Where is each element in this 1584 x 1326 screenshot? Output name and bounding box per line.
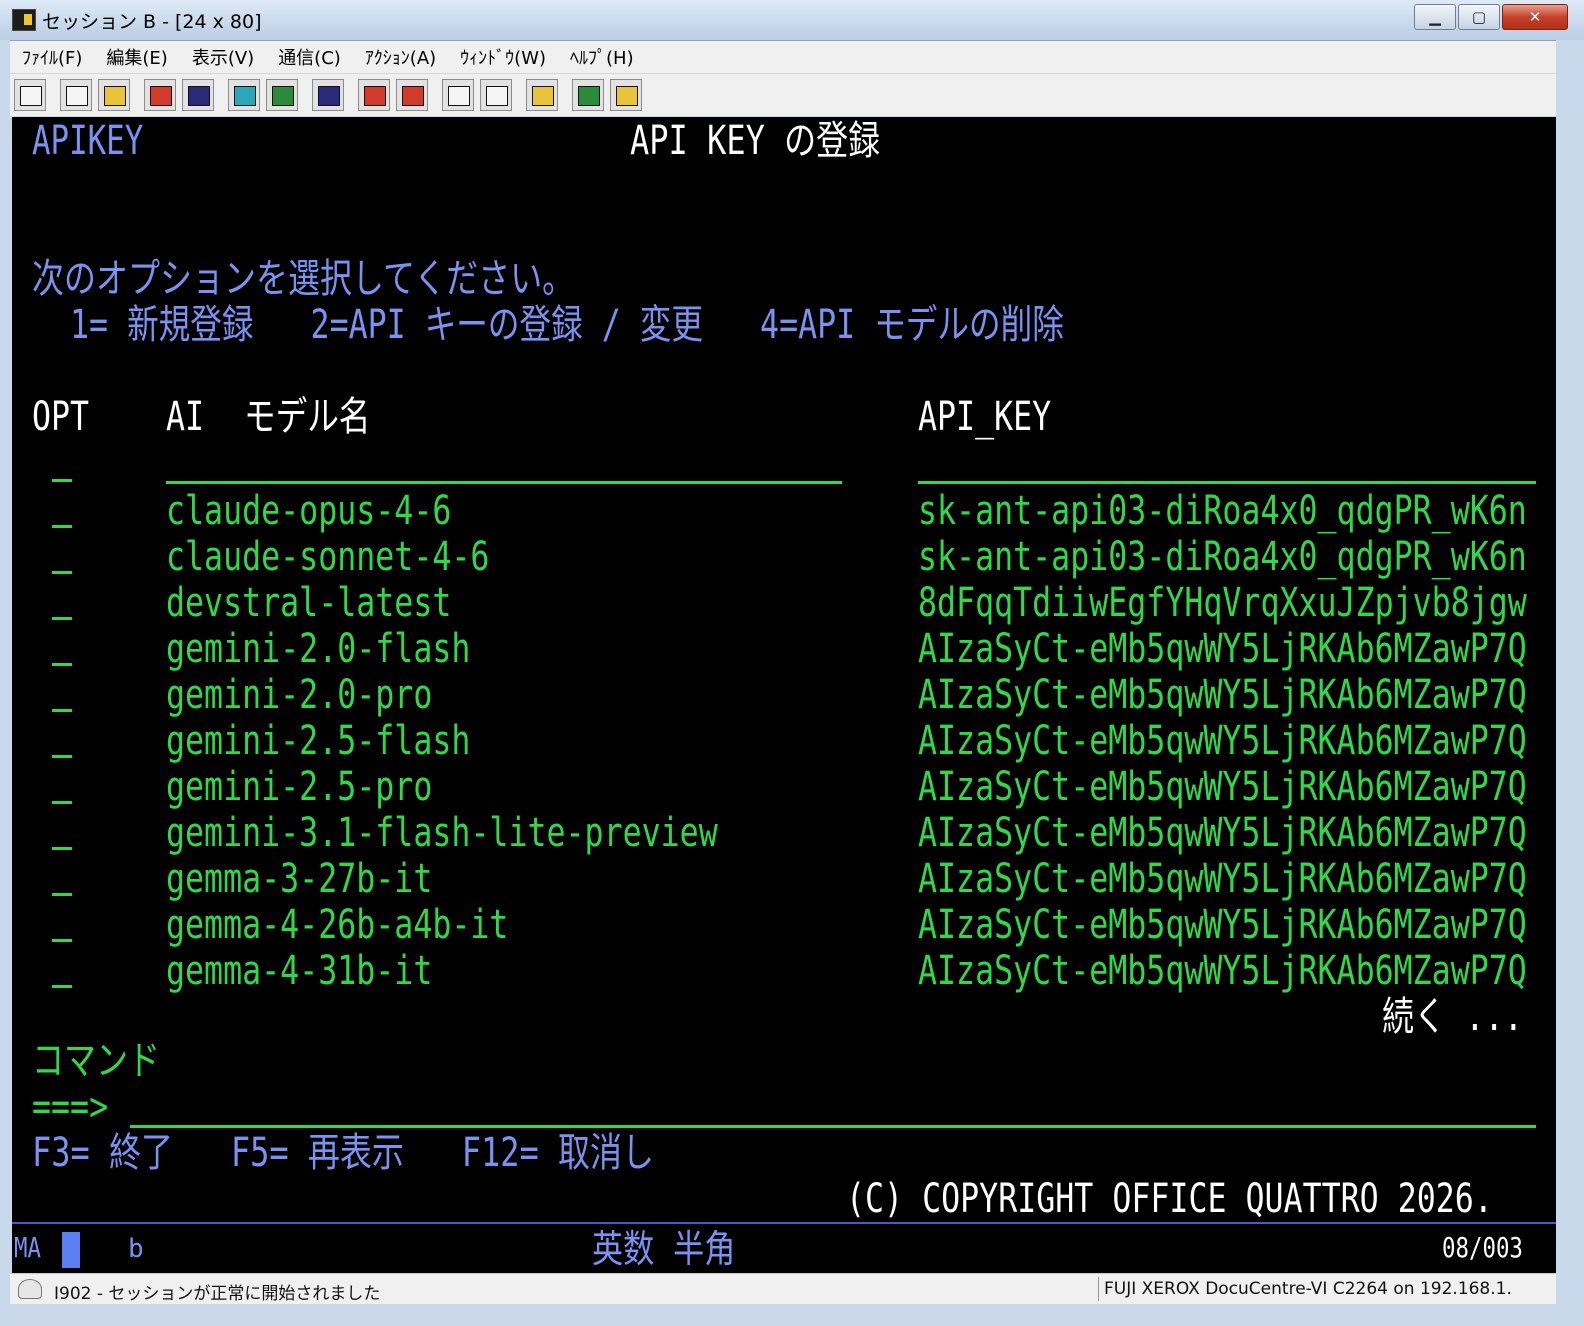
status-host: FUJI XEROX DocuCentre-VI C2264 on 192.16… — [1104, 1279, 1512, 1299]
api-key: AIzaSyCt-eMb5qwWY5LjRKAb6MZawP7Q — [918, 902, 1527, 948]
model-name: gemini-3.1-flash-lite-preview — [166, 810, 718, 856]
menu-communication[interactable]: 通信(C) — [266, 44, 353, 70]
toolbar — [10, 74, 1556, 116]
status-divider — [1098, 1277, 1099, 1301]
menu-action[interactable]: ｱｸｼｮﾝ(A) — [353, 44, 448, 70]
model-name: claude-opus-4-6 — [166, 488, 452, 534]
receive-icon[interactable] — [182, 79, 214, 111]
model-name: claude-sonnet-4-6 — [166, 534, 490, 580]
play-macro-icon[interactable] — [442, 79, 474, 111]
model-name: devstral-latest — [166, 580, 452, 626]
help-icon[interactable] — [610, 79, 642, 111]
api-key: AIzaSyCt-eMb5qwWY5LjRKAb6MZawP7Q — [918, 764, 1527, 810]
api-key: 8dFqqTdiiwEgfYHqVrqXxuJZpjvb8jgw — [918, 580, 1527, 626]
opt-input[interactable] — [52, 571, 72, 574]
status-bar: I902 - セッションが正常に開始されました FUJI XEROX DocuC… — [10, 1273, 1556, 1304]
opt-input[interactable] — [52, 755, 72, 758]
oia-input-mode: 英数 半角 — [592, 1227, 736, 1271]
model-name: gemini-2.0-flash — [166, 626, 471, 672]
menu-help[interactable]: ﾍﾙﾌﾟ(H) — [558, 44, 646, 70]
api-key: AIzaSyCt-eMb5qwWY5LjRKAb6MZawP7Q — [918, 810, 1527, 856]
api-key: sk-ant-api03-diRoa4x0_qdgPR_wK6n — [918, 488, 1527, 534]
menu-file[interactable]: ﾌｧｲﾙ(F) — [10, 44, 94, 70]
oia-indicator: b — [128, 1234, 144, 1264]
web-icon[interactable] — [572, 79, 604, 111]
close-button[interactable]: ✕ — [1502, 4, 1568, 30]
screen-title: API KEY の登録 — [630, 118, 881, 164]
operator-info-area: MA b 英数 半角 08/003 — [12, 1222, 1556, 1274]
print-screen-icon[interactable] — [14, 79, 46, 111]
copy-icon[interactable] — [60, 79, 92, 111]
maximize-button[interactable]: ▢ — [1458, 4, 1500, 30]
clipboard-icon[interactable] — [526, 79, 558, 111]
header-ai: AI — [166, 394, 205, 440]
command-prompt: ===> — [32, 1084, 109, 1130]
paste-icon[interactable] — [98, 79, 130, 111]
connection-status-icon — [18, 1279, 42, 1299]
model-name-input-line[interactable] — [166, 481, 842, 484]
model-name: gemma-4-31b-it — [166, 948, 433, 994]
record-macro-icon[interactable] — [358, 79, 390, 111]
copyright-text: (C) COPYRIGHT OFFICE QUATTRO 2026. — [846, 1176, 1493, 1222]
opt-input[interactable] — [52, 709, 72, 712]
menu-edit[interactable]: 編集(E) — [94, 44, 179, 70]
api-key: AIzaSyCt-eMb5qwWY5LjRKAb6MZawP7Q — [918, 856, 1527, 902]
api-key: AIzaSyCt-eMb5qwWY5LjRKAb6MZawP7Q — [918, 672, 1527, 718]
window-title-bar[interactable]: セッション B - [24 x 80] ▁ ▢ ✕ — [0, 0, 1584, 41]
opt-input[interactable] — [52, 663, 72, 666]
macro-icon[interactable] — [312, 79, 344, 111]
status-message: I902 - セッションが正常に開始されました — [54, 1284, 381, 1304]
model-name: gemini-2.0-pro — [166, 672, 433, 718]
api-key: sk-ant-api03-diRoa4x0_qdgPR_wK6n — [918, 534, 1527, 580]
instruction-text: 次のオプションを選択してください。 — [32, 256, 575, 302]
send-icon[interactable] — [144, 79, 176, 111]
menu-window[interactable]: ｳｨﾝﾄﾞｳ(W) — [448, 44, 558, 70]
header-opt: OPT — [32, 394, 90, 440]
option-list: 1= 新規登録 2=API キーの登録 / 変更 4=API モデルの削除 — [70, 302, 1064, 348]
window-frame-right — [1556, 40, 1584, 1326]
opt-input[interactable] — [52, 939, 72, 942]
oia-mode: MA — [14, 1231, 41, 1264]
app-terminal-icon — [12, 9, 36, 31]
api-key-input-line[interactable] — [918, 481, 1536, 484]
pause-macro-icon[interactable] — [480, 79, 512, 111]
opt-input[interactable] — [52, 525, 72, 528]
opt-input[interactable] — [52, 801, 72, 804]
model-name: gemini-2.5-pro — [166, 764, 433, 810]
window-frame-left — [0, 40, 10, 1326]
window-controls: ▁ ▢ ✕ — [1412, 4, 1568, 30]
header-api-key: API_KEY — [918, 394, 1052, 440]
opt-input[interactable] — [52, 985, 72, 988]
header-model-name: モデル名 — [244, 394, 371, 440]
oia-cursor-block — [62, 1232, 80, 1268]
api-key: AIzaSyCt-eMb5qwWY5LjRKAb6MZawP7Q — [918, 718, 1527, 764]
stop-macro-icon[interactable] — [396, 79, 428, 111]
api-key: AIzaSyCt-eMb5qwWY5LjRKAb6MZawP7Q — [918, 948, 1527, 994]
opt-input-blank[interactable] — [52, 479, 72, 482]
menu-view[interactable]: 表示(V) — [180, 44, 266, 70]
api-key: AIzaSyCt-eMb5qwWY5LjRKAb6MZawP7Q — [918, 626, 1527, 672]
menu-bar: ﾌｧｲﾙ(F) 編集(E) 表示(V) 通信(C) ｱｸｼｮﾝ(A) ｳｨﾝﾄﾞ… — [10, 41, 1556, 74]
model-name: gemma-3-27b-it — [166, 856, 433, 902]
function-keys: F3= 終了 F5= 再表示 F12= 取消し — [32, 1130, 655, 1176]
terminal-screen[interactable]: APIKEY API KEY の登録 次のオプションを選択してください。 1= … — [12, 117, 1556, 1222]
minimize-button[interactable]: ▁ — [1414, 4, 1456, 30]
session-icon[interactable] — [266, 79, 298, 111]
opt-input[interactable] — [52, 893, 72, 896]
model-name: gemini-2.5-flash — [166, 718, 471, 764]
command-input-line[interactable] — [130, 1125, 1536, 1128]
program-id: APIKEY — [32, 118, 144, 164]
opt-input[interactable] — [52, 847, 72, 850]
window-title: セッション B - [24 x 80] — [42, 11, 262, 33]
model-name: gemma-4-26b-a4b-it — [166, 902, 509, 948]
oia-cursor-position: 08/003 — [1442, 1231, 1523, 1264]
more-indicator: 続く ... — [1382, 994, 1524, 1040]
display-icon[interactable] — [228, 79, 260, 111]
opt-input[interactable] — [52, 617, 72, 620]
command-label: コマンド — [32, 1038, 160, 1084]
